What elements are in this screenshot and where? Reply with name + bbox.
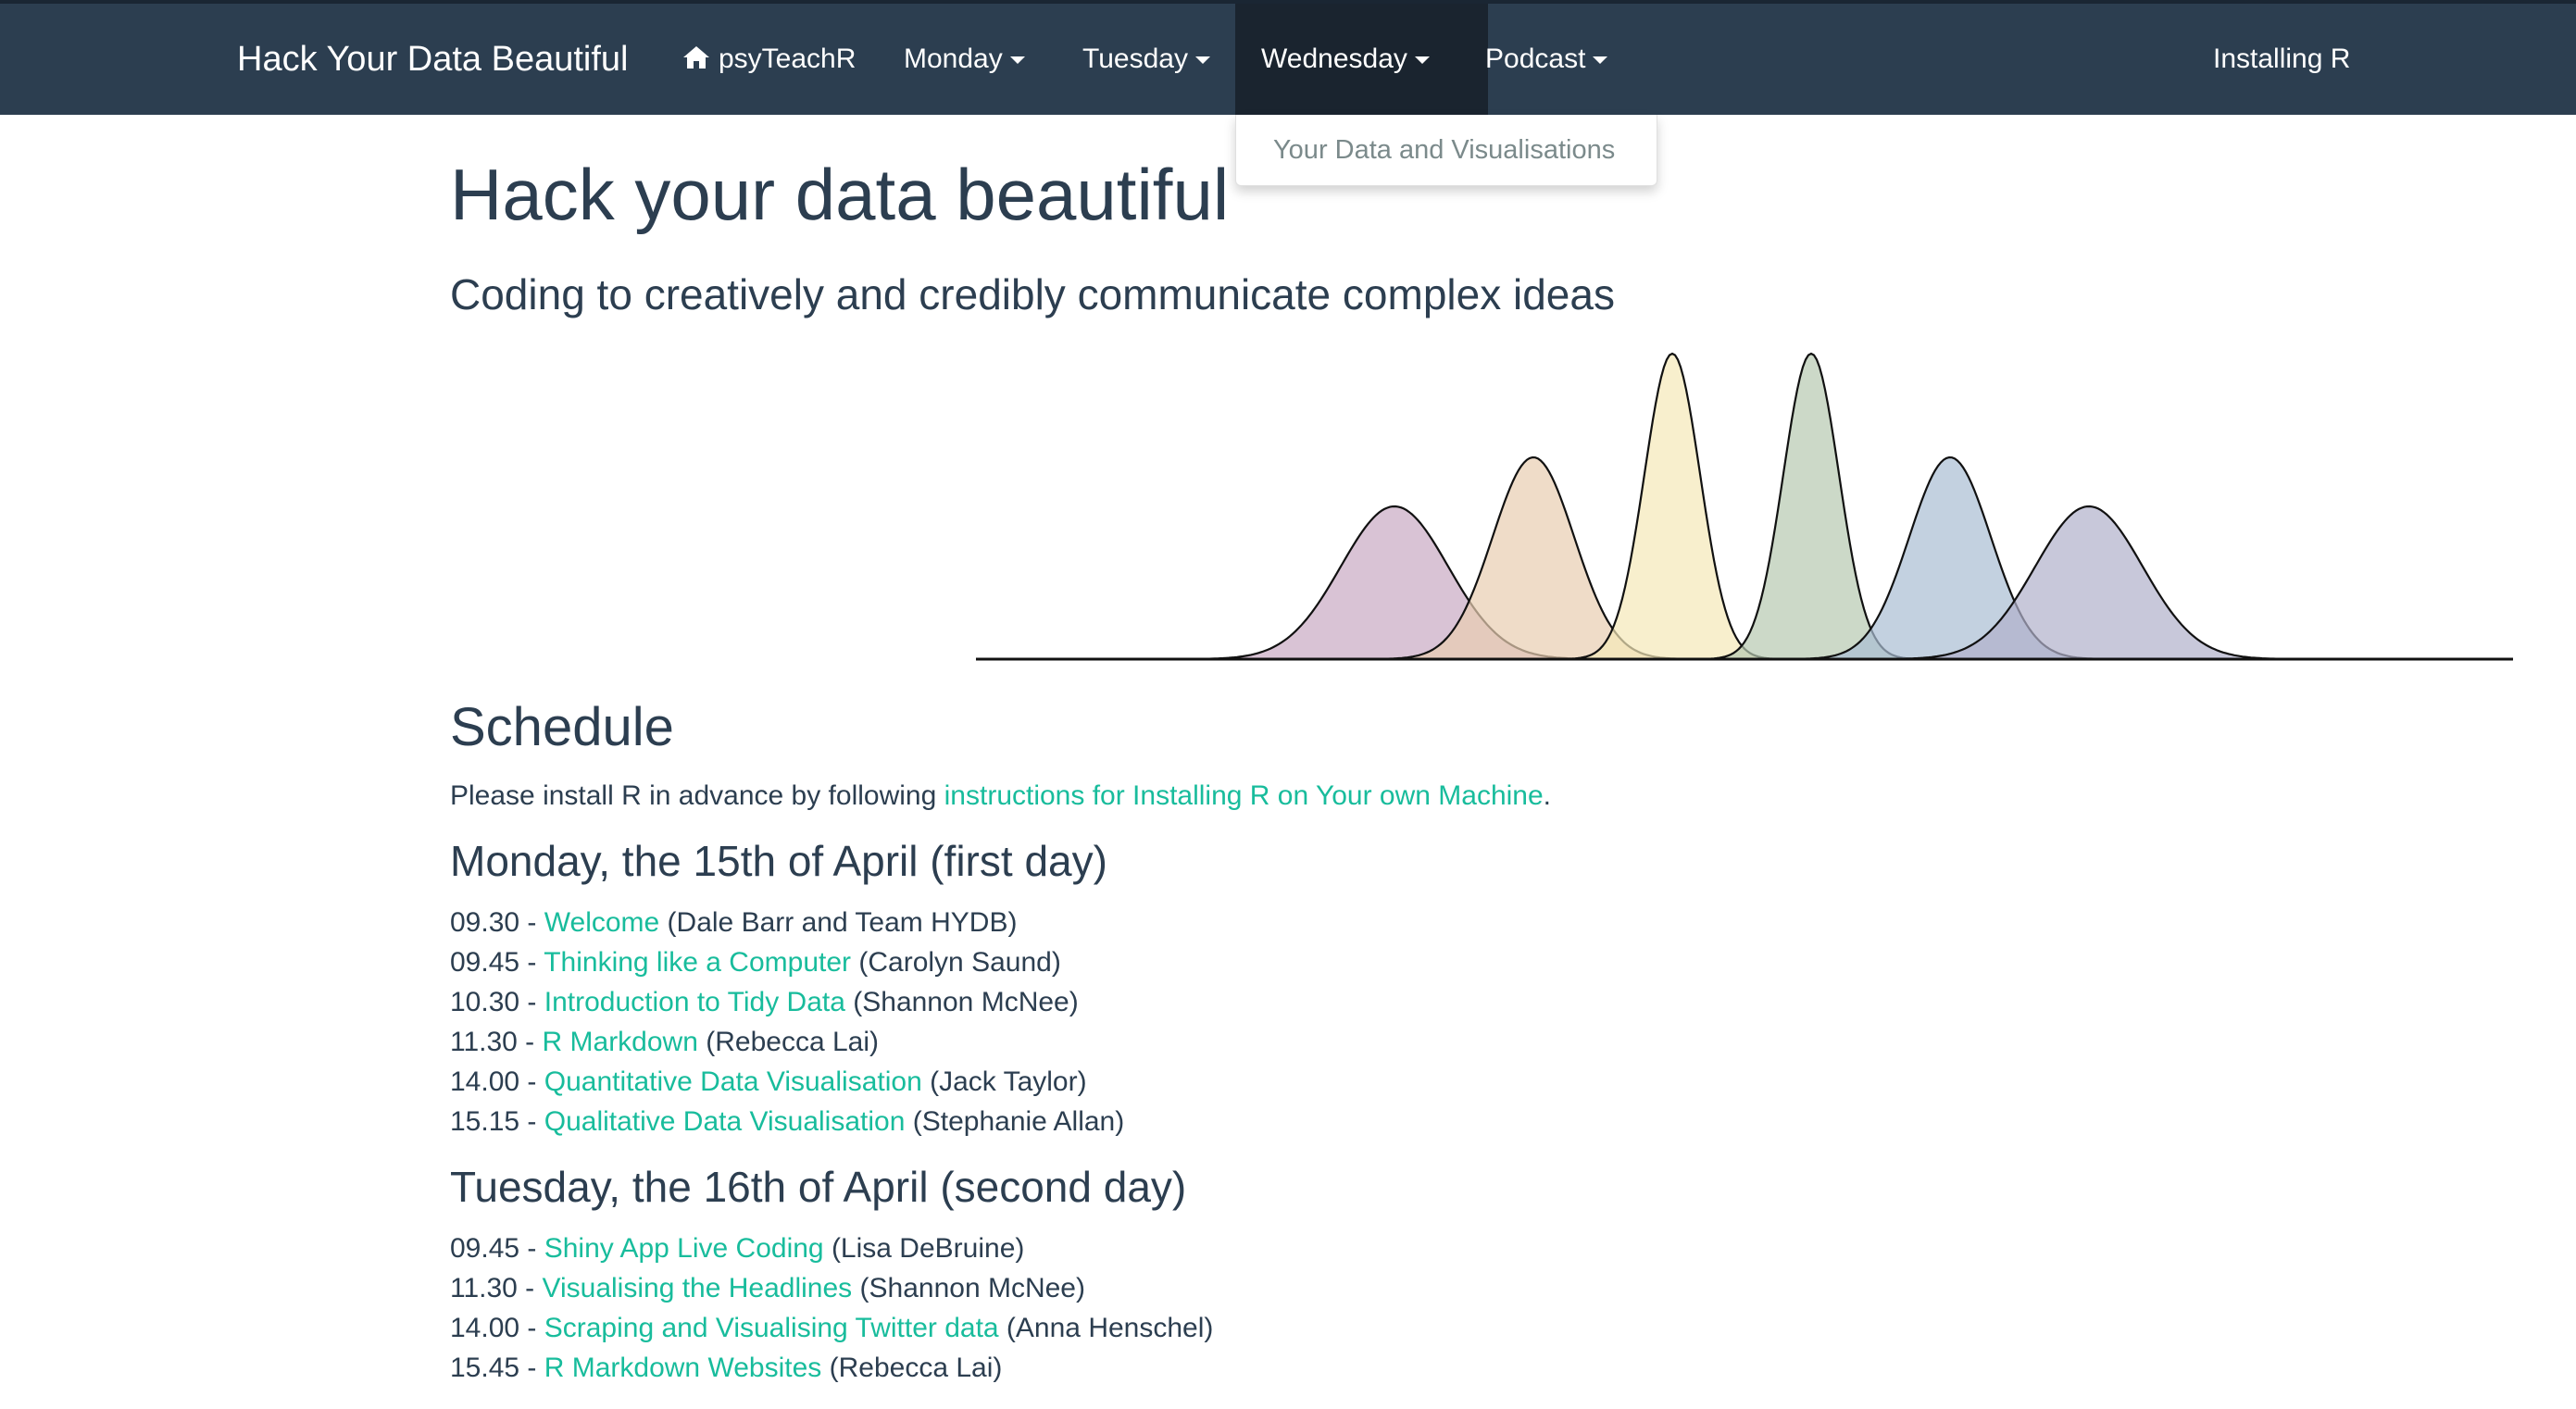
nav-menu-label: Podcast — [1485, 44, 1586, 74]
wednesday-dropdown-menu: Your Data and Visualisations — [1235, 115, 1657, 186]
session-link[interactable]: Thinking like a Computer — [544, 947, 851, 978]
session-speaker: (Anna Henschel) — [998, 1313, 1214, 1343]
nav-menu-label: Tuesday — [1082, 44, 1188, 74]
installing-r-instructions-link[interactable]: instructions for Installing R on Your ow… — [944, 780, 1544, 811]
schedule-heading: Schedule — [450, 697, 674, 757]
session-time: 15.45 - — [450, 1353, 544, 1383]
session-speaker: (Stephanie Allan) — [905, 1106, 1125, 1137]
session-link[interactable]: Quantitative Data Visualisation — [544, 1066, 922, 1097]
navbar-brand[interactable]: Hack Your Data Beautiful — [237, 4, 629, 115]
session-link[interactable]: Shiny App Live Coding — [544, 1233, 824, 1264]
session-item: 11.30 - R Markdown (Rebecca Lai) — [450, 1022, 1124, 1062]
nav-menu-label: Monday — [904, 44, 1003, 74]
page-subtitle: Coding to creatively and credibly commun… — [450, 270, 1615, 318]
session-time: 14.00 - — [450, 1313, 544, 1343]
install-instructions: Please install R in advance by following… — [450, 772, 1551, 820]
session-item: 15.15 - Qualitative Data Visualisation (… — [450, 1102, 1124, 1141]
session-time: 11.30 - — [450, 1027, 543, 1057]
nav-menu-wednesday[interactable]: Wednesday — [1235, 4, 1488, 115]
nav-menu-monday[interactable]: Monday — [904, 4, 1025, 115]
day-heading-tuesday: Tuesday, the 16th of April (second day) — [450, 1163, 1187, 1211]
session-time: 11.30 - — [450, 1273, 543, 1303]
session-speaker: (Carolyn Saund) — [851, 947, 1061, 978]
session-speaker: (Dale Barr and Team HYDB) — [659, 907, 1018, 938]
session-time: 09.30 - — [450, 907, 544, 938]
session-item: 09.45 - Shiny App Live Coding (Lisa DeBr… — [450, 1228, 1213, 1268]
dropdown-item-your-data[interactable]: Your Data and Visualisations — [1273, 115, 1615, 185]
caret-down-icon — [1194, 56, 1210, 65]
nav-home-link[interactable]: psyTeachR — [682, 4, 856, 115]
day-heading-monday: Monday, the 15th of April (first day) — [450, 837, 1107, 885]
nav-menu-label: Wednesday — [1261, 44, 1407, 74]
home-icon — [683, 46, 709, 69]
session-link[interactable]: Qualitative Data Visualisation — [544, 1106, 906, 1137]
intro-text: Please install R in advance by following — [450, 780, 944, 811]
session-item: 10.30 - Introduction to Tidy Data (Shann… — [450, 982, 1124, 1022]
session-link[interactable]: Visualising the Headlines — [543, 1273, 853, 1303]
session-item: 09.30 - Welcome (Dale Barr and Team HYDB… — [450, 903, 1124, 942]
session-speaker: (Lisa DeBruine) — [823, 1233, 1025, 1264]
session-item: 14.00 - Quantitative Data Visualisation … — [450, 1062, 1124, 1102]
session-item: 15.45 - R Markdown Websites (Rebecca Lai… — [450, 1348, 1213, 1388]
caret-down-icon — [1593, 56, 1608, 65]
session-time: 14.00 - — [450, 1066, 544, 1097]
nav-home-label: psyTeachR — [719, 44, 857, 74]
nav-installing-r-link[interactable]: Installing R — [2213, 4, 2350, 115]
session-item: 09.45 - Thinking like a Computer (Caroly… — [450, 942, 1124, 982]
session-time: 09.45 - — [450, 947, 544, 978]
session-link[interactable]: Welcome — [544, 907, 659, 938]
session-speaker: (Shannon McNee) — [844, 987, 1079, 1017]
session-speaker: (Shannon McNee) — [852, 1273, 1085, 1303]
nav-menu-podcast[interactable]: Podcast — [1485, 4, 1608, 115]
caret-down-icon — [1009, 56, 1025, 65]
header-distribution-curves — [976, 352, 2513, 661]
top-navbar: Hack Your Data Beautiful psyTeachR Monda… — [0, 0, 2576, 115]
nav-menu-tuesday[interactable]: Tuesday — [1082, 4, 1210, 115]
monday-session-list: 09.30 - Welcome (Dale Barr and Team HYDB… — [450, 903, 1124, 1141]
session-time: 10.30 - — [450, 987, 544, 1017]
caret-down-icon — [1414, 56, 1430, 65]
tuesday-session-list: 09.45 - Shiny App Live Coding (Lisa DeBr… — [450, 1228, 1213, 1388]
intro-text-end: . — [1543, 780, 1552, 811]
session-link[interactable]: Scraping and Visualising Twitter data — [544, 1313, 999, 1343]
session-speaker: (Rebecca Lai) — [821, 1353, 1003, 1383]
session-time: 09.45 - — [450, 1233, 544, 1264]
session-time: 15.15 - — [450, 1106, 544, 1137]
session-speaker: (Rebecca Lai) — [697, 1027, 879, 1057]
session-speaker: (Jack Taylor) — [921, 1066, 1087, 1097]
page-title: Hack your data beautiful — [450, 154, 1230, 235]
session-item: 11.30 - Visualising the Headlines (Shann… — [450, 1268, 1213, 1308]
session-link[interactable]: R Markdown Websites — [544, 1353, 822, 1383]
session-link[interactable]: R Markdown — [543, 1027, 698, 1057]
session-item: 14.00 - Scraping and Visualising Twitter… — [450, 1308, 1213, 1348]
session-link[interactable]: Introduction to Tidy Data — [544, 987, 845, 1017]
